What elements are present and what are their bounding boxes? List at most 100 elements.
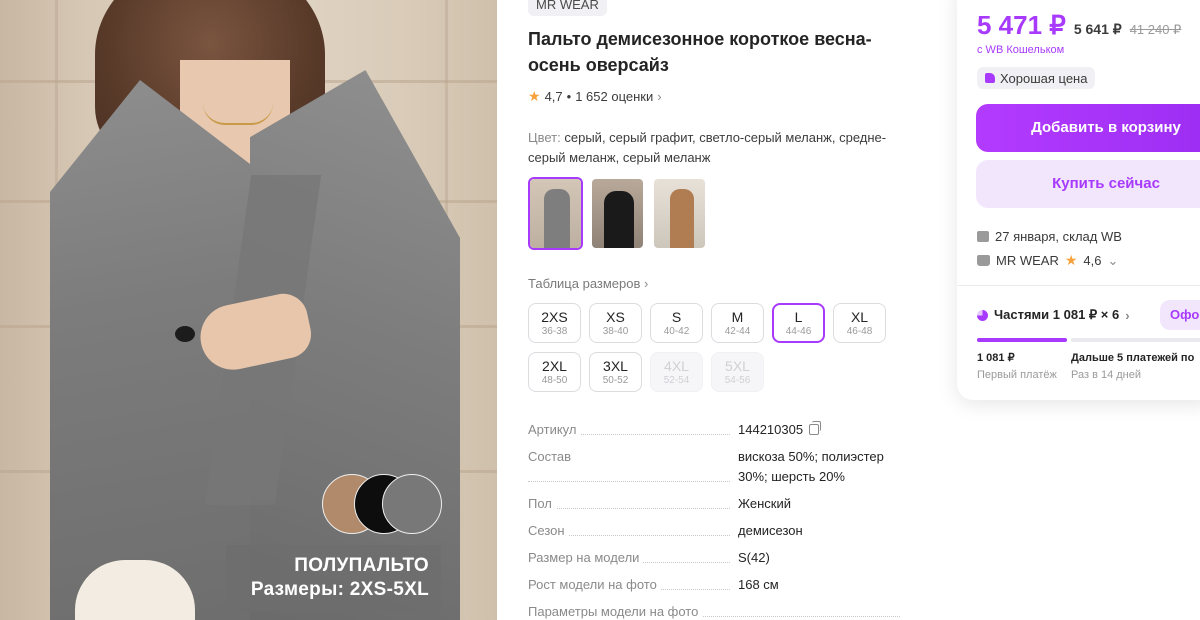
chevron-right-icon: ›	[644, 276, 649, 291]
color-label: Цвет:	[528, 130, 561, 145]
buy-card: 5 471 ₽ 5 641 ₽ 41 240 ₽ с WB Кошельком …	[957, 0, 1200, 400]
brand-badge[interactable]: MR WEAR	[528, 0, 607, 16]
rating-separator: •	[566, 89, 572, 104]
spec-key: Размер на модели	[528, 550, 644, 565]
variant-thumb-camel[interactable]	[652, 177, 707, 250]
first-payment-amount: 1 081 ₽	[977, 352, 1015, 364]
spec-key: Параметры модели на фото	[528, 604, 703, 619]
size-option[interactable]: S 40-42	[650, 303, 703, 343]
first-payment-label: Первый платёж	[977, 369, 1057, 381]
price-current: 5 471 ₽	[977, 10, 1066, 40]
size-name: 2XS	[541, 309, 568, 325]
wallet-note[interactable]: с WB Кошельком	[977, 44, 1064, 56]
size-ru: 40-42	[663, 326, 690, 337]
seller-name: MR WEAR	[996, 253, 1059, 268]
spec-value: 168 см	[738, 577, 779, 592]
spec-row: Сезон демисезон	[528, 521, 908, 541]
progress-segment-remaining	[1071, 338, 1200, 342]
size-name: 2XL	[542, 358, 567, 374]
spec-value: Женский	[738, 496, 791, 511]
variant-thumb-grey[interactable]	[528, 177, 583, 250]
chevron-right-icon: ›	[657, 89, 662, 104]
pie-chart-icon	[977, 309, 988, 321]
size-name: M	[731, 309, 744, 325]
product-title: Пальто демисезонное короткое весна-осень…	[528, 29, 872, 75]
size-ru: 50-52	[602, 375, 629, 386]
size-ru: 48-50	[541, 375, 568, 386]
spec-row: Параметры модели на фото	[528, 602, 908, 620]
installments-link[interactable]: Частями 1 081 ₽ × 6 ›	[977, 307, 1130, 323]
add-to-cart-button[interactable]: Добавить в корзину	[976, 104, 1200, 152]
variant-thumb-black[interactable]	[590, 177, 645, 250]
next-payments-interval: Раз в 14 дней	[1071, 369, 1142, 381]
good-price-badge: Хорошая цена	[977, 67, 1096, 89]
product-photo[interactable]: ПОЛУПАЛЬТО Размеры: 2XS-5XL	[0, 0, 497, 620]
seller-rating: 4,6	[1083, 253, 1102, 268]
divider	[957, 285, 1200, 286]
size-option[interactable]: XS 38-40	[589, 303, 642, 343]
size-option-selected[interactable]: L 44-46	[772, 303, 825, 343]
spec-table: Артикул 144210305 Состав вискоза 50%; по…	[528, 420, 908, 620]
size-ru: 52-54	[663, 375, 690, 386]
spec-key: Сезон	[528, 523, 569, 538]
size-option[interactable]: 3XL 50-52	[589, 352, 642, 392]
spec-key: Артикул	[528, 422, 581, 437]
size-option[interactable]: 2XS 36-38	[528, 303, 581, 343]
spec-key: Пол	[528, 496, 556, 511]
caption-line-1: ПОЛУПАЛЬТО	[294, 555, 429, 576]
size-name: L	[794, 309, 803, 325]
spec-row: Размер на модели S(42)	[528, 548, 908, 568]
spec-row: Артикул 144210305	[528, 420, 908, 440]
price-without-wallet: 5 641 ₽	[1073, 21, 1122, 37]
chevron-right-icon: ›	[1125, 307, 1130, 323]
size-name: XS	[606, 309, 625, 325]
copy-icon[interactable]	[809, 421, 822, 435]
price-row: 5 471 ₽ 5 641 ₽ 41 240 ₽	[977, 10, 1181, 41]
spec-row: Пол Женский	[528, 494, 908, 514]
size-option[interactable]: XL 46-48	[833, 303, 886, 343]
progress-segment-paid	[977, 338, 1067, 342]
chevron-down-icon: ⌄	[1107, 252, 1119, 268]
size-name: 5XL	[725, 358, 750, 374]
size-name: 3XL	[603, 358, 628, 374]
delivery-text: 27 января, склад WB	[995, 229, 1122, 244]
spec-value: 144210305	[738, 422, 804, 437]
shop-icon	[977, 255, 990, 266]
size-name: S	[671, 309, 682, 325]
spec-row: Состав вискоза 50%; полиэстер 30%; шерст…	[528, 447, 908, 487]
size-option[interactable]: 2XL 48-50	[528, 352, 581, 392]
seller-row[interactable]: MR WEAR ★ 4,6 ⌄	[977, 252, 1118, 269]
buy-now-button[interactable]: Купить сейчас	[976, 160, 1200, 208]
rating-row[interactable]: ★ 4,7 • 1 652 оценки ›	[528, 88, 662, 105]
swatch-grey	[382, 474, 442, 534]
delivery-row: 27 января, склад WB	[977, 229, 1122, 244]
price-crossed: 41 240 ₽	[1129, 22, 1182, 37]
spec-value: S(42)	[738, 550, 770, 565]
installment-progress	[977, 338, 1200, 342]
star-icon: ★	[1064, 252, 1078, 268]
size-ru: 44-46	[785, 326, 812, 337]
installments-label: Частями 1 081 ₽ × 6	[994, 307, 1120, 322]
photo-caption: ПОЛУПАЛЬТО Размеры: 2XS-5XL	[226, 545, 441, 611]
color-swatches	[322, 474, 447, 534]
color-row: Цвет: серый, серый графит, светло-серый …	[528, 128, 908, 168]
spec-key: Состав	[528, 449, 576, 464]
size-table-link[interactable]: Таблица размеров ›	[528, 276, 648, 291]
offer-button[interactable]: Офо	[1160, 300, 1200, 330]
size-option[interactable]: M 42-44	[711, 303, 764, 343]
good-price-label: Хорошая цена	[1000, 70, 1088, 86]
star-icon: ★	[528, 88, 541, 104]
color-variants	[528, 177, 707, 250]
size-option-disabled: 4XL 52-54	[650, 352, 703, 392]
box-icon	[977, 231, 989, 242]
first-payment: 1 081 ₽ Первый платёж	[977, 350, 1057, 384]
caption-line-2: Размеры: 2XS-5XL	[250, 579, 429, 600]
size-table-label: Таблица размеров	[528, 276, 641, 291]
spec-key: Рост модели на фото	[528, 577, 661, 592]
size-ru: 38-40	[602, 326, 629, 337]
size-ru: 54-56	[724, 375, 751, 386]
size-selector: 2XS 36-38 XS 38-40 S 40-42 M 42-44 L 44-46 XL…	[528, 303, 898, 392]
size-name: 4XL	[664, 358, 689, 374]
reviews-count[interactable]: 1 652 оценки	[575, 89, 653, 104]
size-ru: 36-38	[541, 326, 568, 337]
